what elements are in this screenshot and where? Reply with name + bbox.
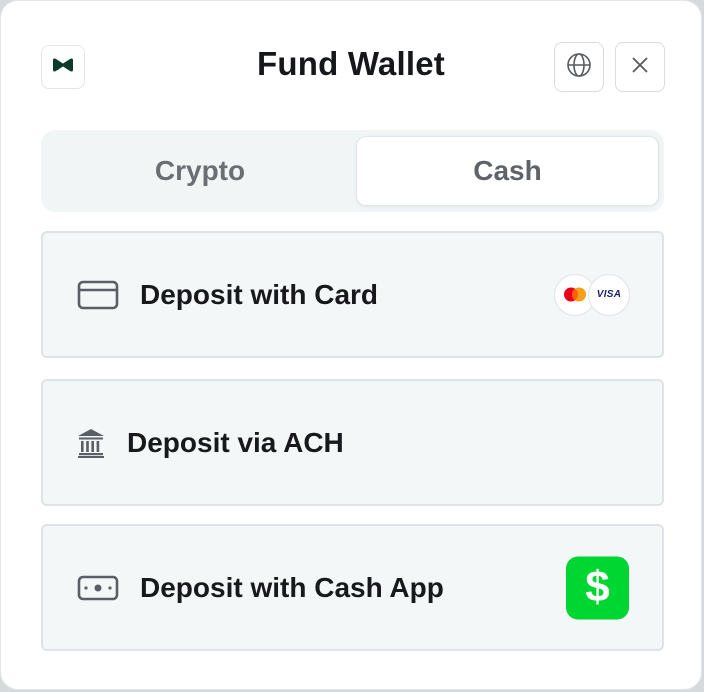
close-icon [631,56,649,79]
deposit-ach-label: Deposit via ACH [127,426,344,458]
close-button[interactable] [615,42,665,92]
card-network-badges: VISA [554,273,630,316]
funding-type-tabs: Crypto Cash [41,130,664,212]
cash-icon [77,574,119,602]
globe-icon [566,52,592,83]
bank-icon [77,428,105,458]
deposit-ach-option[interactable]: Deposit via ACH [41,379,664,506]
language-button[interactable] [554,42,604,92]
deposit-card-label: Deposit with Card [140,278,379,310]
tab-crypto[interactable]: Crypto [47,136,353,206]
credit-card-icon [77,279,119,311]
visa-icon: VISA [588,273,630,316]
deposit-cashapp-option[interactable]: Deposit with Cash App $ [41,524,664,651]
deposit-cashapp-label: Deposit with Cash App [140,571,444,603]
tab-cash[interactable]: Cash [356,136,659,206]
deposit-card-option[interactable]: Deposit with Card VISA [41,231,664,358]
fund-wallet-modal: Fund Wallet Crypto Cash Deposit with Car… [0,0,702,690]
cash-app-logo-icon: $ [566,556,629,619]
